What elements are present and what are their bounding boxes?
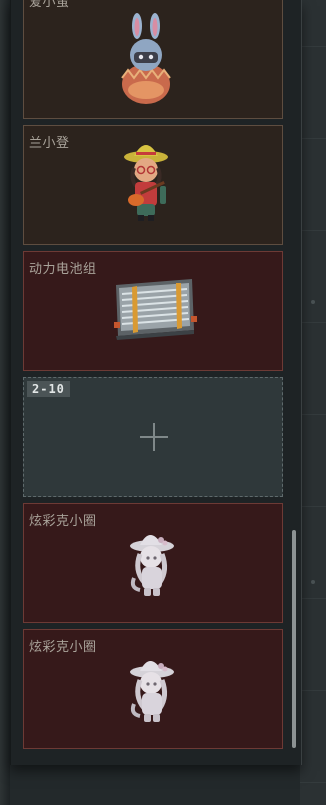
sombrero-guitar-figure-icon [124, 145, 168, 221]
background-left [0, 0, 10, 805]
empty-slot[interactable]: 2-10 [23, 377, 283, 497]
slot-corner [278, 492, 282, 496]
item-slot-2[interactable]: 兰小登 [23, 125, 283, 245]
item-slot-6[interactable]: 炫彩克小圈 [23, 629, 283, 749]
background-wall-right [300, 0, 326, 805]
sunhat-doll-figure-icon [130, 661, 174, 722]
plus-icon[interactable] [140, 423, 168, 451]
wall-stud [311, 580, 315, 584]
scrollbar-thumb[interactable] [292, 530, 296, 748]
bunny-egg-figure-icon [121, 13, 171, 104]
item-slot-1[interactable]: 爱小萤 [23, 0, 283, 119]
level-range-badge: 2-10 [27, 381, 70, 397]
wall-stud [311, 300, 315, 304]
sunhat-doll-figure-icon [130, 535, 174, 596]
item-slot-5[interactable]: 炫彩克小圈 [23, 503, 283, 623]
battery-pack-icon [114, 279, 197, 340]
item-slot-3[interactable]: 动力电池组 [23, 251, 283, 371]
